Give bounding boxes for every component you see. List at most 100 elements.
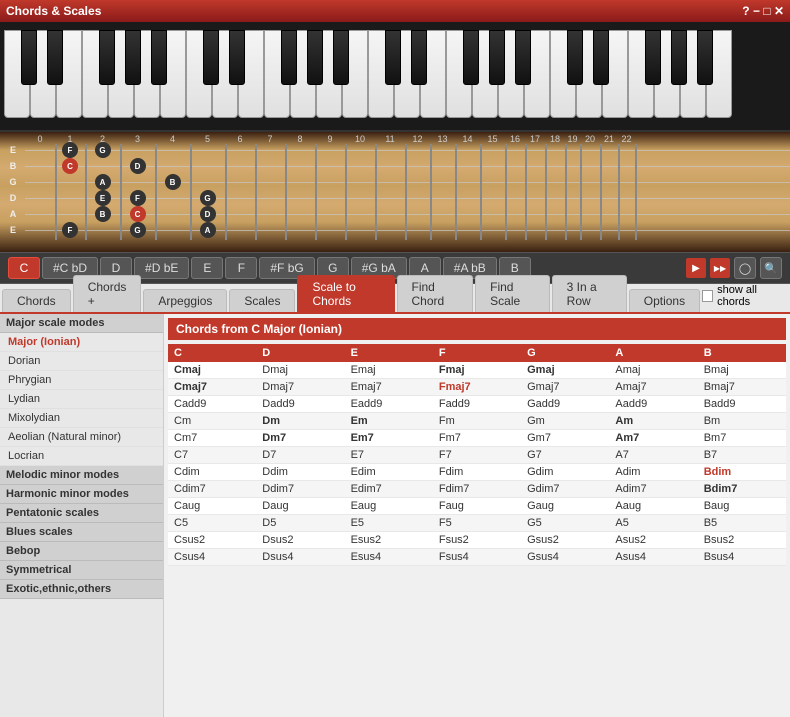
- chord-cell[interactable]: Fdim7: [433, 481, 521, 498]
- black-key[interactable]: [489, 30, 505, 85]
- black-key[interactable]: [645, 30, 661, 85]
- chord-cell[interactable]: Aadd9: [609, 396, 697, 413]
- chord-cell[interactable]: F7: [433, 447, 521, 464]
- chord-cell[interactable]: Asus4: [609, 549, 697, 566]
- chord-cell[interactable]: Csus2: [168, 532, 256, 549]
- chord-cell[interactable]: Bm7: [698, 430, 786, 447]
- chord-cell[interactable]: Bsus4: [698, 549, 786, 566]
- chord-cell[interactable]: Gsus2: [521, 532, 609, 549]
- note-dot[interactable]: G: [130, 222, 146, 238]
- chord-cell[interactable]: A5: [609, 515, 697, 532]
- chord-cell[interactable]: Gadd9: [521, 396, 609, 413]
- chord-cell[interactable]: Ddim7: [256, 481, 344, 498]
- chord-cell[interactable]: Edim7: [345, 481, 433, 498]
- black-key[interactable]: [281, 30, 297, 85]
- chord-cell[interactable]: C7: [168, 447, 256, 464]
- chord-cell[interactable]: Fm7: [433, 430, 521, 447]
- chord-cell[interactable]: B5: [698, 515, 786, 532]
- tab-options[interactable]: Options: [629, 289, 700, 312]
- chord-cell[interactable]: Gmaj: [521, 362, 609, 379]
- chord-cell[interactable]: Bmaj: [698, 362, 786, 379]
- chord-cell[interactable]: Fdim: [433, 464, 521, 481]
- black-key[interactable]: [125, 30, 141, 85]
- chord-cell[interactable]: Dmaj7: [256, 379, 344, 396]
- chord-cell[interactable]: B7: [698, 447, 786, 464]
- note-dot[interactable]: C: [130, 206, 146, 222]
- sidebar-item-phrygian[interactable]: Phrygian: [0, 371, 163, 390]
- chord-cell[interactable]: E5: [345, 515, 433, 532]
- chord-cell[interactable]: E7: [345, 447, 433, 464]
- chord-cell[interactable]: Bdim: [698, 464, 786, 481]
- note-dot[interactable]: D: [130, 158, 146, 174]
- black-key[interactable]: [21, 30, 37, 85]
- note-dot[interactable]: F: [62, 222, 78, 238]
- chord-cell[interactable]: C5: [168, 515, 256, 532]
- note-dot[interactable]: B: [95, 206, 111, 222]
- black-key[interactable]: [333, 30, 349, 85]
- tab-scales[interactable]: Scales: [229, 289, 295, 312]
- tab-find-chord[interactable]: Find Chord: [397, 275, 474, 312]
- chord-cell[interactable]: G7: [521, 447, 609, 464]
- black-key[interactable]: [463, 30, 479, 85]
- black-key[interactable]: [99, 30, 115, 85]
- chord-cell[interactable]: Cm7: [168, 430, 256, 447]
- black-key[interactable]: [47, 30, 63, 85]
- black-key[interactable]: [151, 30, 167, 85]
- help-btn[interactable]: ?: [742, 4, 749, 18]
- chord-cell[interactable]: Esus2: [345, 532, 433, 549]
- chord-cell[interactable]: Cm: [168, 413, 256, 430]
- chord-cell[interactable]: Daug: [256, 498, 344, 515]
- chord-cell[interactable]: Edim: [345, 464, 433, 481]
- chord-cell[interactable]: Bdim7: [698, 481, 786, 498]
- chord-cell[interactable]: Cmaj7: [168, 379, 256, 396]
- chord-cell[interactable]: Gdim7: [521, 481, 609, 498]
- chord-cell[interactable]: Amaj: [609, 362, 697, 379]
- chord-cell[interactable]: Emaj7: [345, 379, 433, 396]
- chord-cell[interactable]: Cdim7: [168, 481, 256, 498]
- chord-cell[interactable]: Fmaj7: [433, 379, 521, 396]
- chord-cell[interactable]: Esus4: [345, 549, 433, 566]
- sidebar-item-dorian[interactable]: Dorian: [0, 352, 163, 371]
- black-key[interactable]: [411, 30, 427, 85]
- maximize-btn[interactable]: □: [763, 4, 770, 18]
- chord-cell[interactable]: Cdim: [168, 464, 256, 481]
- black-key[interactable]: [229, 30, 245, 85]
- show-all-chords-toggle[interactable]: show all chords: [702, 284, 786, 312]
- chord-cell[interactable]: Dm7: [256, 430, 344, 447]
- black-key[interactable]: [385, 30, 401, 85]
- chord-cell[interactable]: Amaj7: [609, 379, 697, 396]
- black-key[interactable]: [567, 30, 583, 85]
- sidebar-item-locrian[interactable]: Locrian: [0, 447, 163, 466]
- note-dot[interactable]: A: [95, 174, 111, 190]
- chord-cell[interactable]: Em: [345, 413, 433, 430]
- tab-scale-to-chords[interactable]: Scale to Chords: [297, 275, 394, 312]
- chord-cell[interactable]: Dsus4: [256, 549, 344, 566]
- chord-cell[interactable]: Dmaj: [256, 362, 344, 379]
- piano-keys[interactable]: [4, 30, 732, 120]
- tab-3-in-a-row[interactable]: 3 In a Row: [552, 275, 627, 312]
- chord-cell[interactable]: Bmaj7: [698, 379, 786, 396]
- chord-cell[interactable]: Bsus2: [698, 532, 786, 549]
- note-dot[interactable]: G: [95, 142, 111, 158]
- play-button-2[interactable]: ▶▶: [710, 258, 730, 278]
- chord-cell[interactable]: Fm: [433, 413, 521, 430]
- minimize-btn[interactable]: −: [753, 4, 760, 18]
- note-dot[interactable]: C: [62, 158, 78, 174]
- note-dot[interactable]: A: [200, 222, 216, 238]
- chord-cell[interactable]: Fadd9: [433, 396, 521, 413]
- chord-cell[interactable]: Baug: [698, 498, 786, 515]
- chord-cell[interactable]: Dm: [256, 413, 344, 430]
- chord-cell[interactable]: D5: [256, 515, 344, 532]
- chord-cell[interactable]: Faug: [433, 498, 521, 515]
- chord-cell[interactable]: Dsus2: [256, 532, 344, 549]
- chord-cell[interactable]: Cmaj: [168, 362, 256, 379]
- chord-cell[interactable]: Gaug: [521, 498, 609, 515]
- note-dot[interactable]: F: [62, 142, 78, 158]
- chord-cell[interactable]: D7: [256, 447, 344, 464]
- chord-cell[interactable]: Gsus4: [521, 549, 609, 566]
- chord-cell[interactable]: Aaug: [609, 498, 697, 515]
- sidebar-item-major-ionian[interactable]: Major (Ionian): [0, 333, 163, 352]
- sidebar-item-lydian[interactable]: Lydian: [0, 390, 163, 409]
- chord-cell[interactable]: Ddim: [256, 464, 344, 481]
- black-key[interactable]: [593, 30, 609, 85]
